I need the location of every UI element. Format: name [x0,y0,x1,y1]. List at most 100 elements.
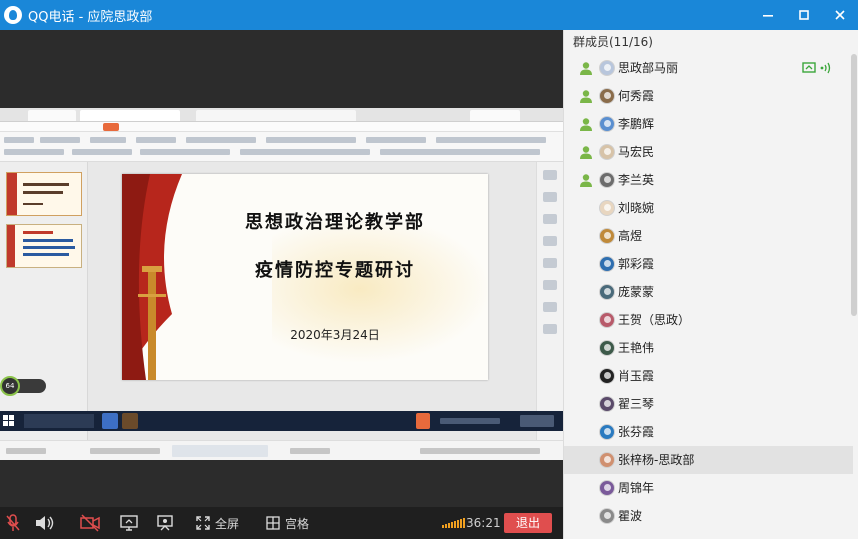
member-avatar [599,312,615,328]
member-row[interactable]: 周锦年 [564,474,853,502]
slide-thumbnail [6,172,82,216]
member-name: 何秀霞 [618,89,655,103]
member-avatar [599,60,615,76]
member-avatar [599,200,615,216]
member-row[interactable]: 王贺（思政） [564,306,853,334]
share-screen-button[interactable] [120,507,138,539]
member-row[interactable]: 李鹏辉 [564,110,853,138]
screen-share-icon [120,515,138,531]
speaker-button[interactable] [34,507,54,539]
grid-view-button[interactable]: 宫格 [266,507,309,539]
member-avatar [599,424,615,440]
grid-view-label: 宫格 [285,516,310,531]
member-avatar [599,340,615,356]
member-avatar [599,480,615,496]
speaking-wave-icon [820,62,831,74]
member-row[interactable]: 李兰英 [564,166,853,194]
shared-screen-status-bar [0,440,563,460]
member-row[interactable]: 庞蒙蒙 [564,278,853,306]
member-list-scrollbar[interactable] [851,54,857,316]
mic-muted-icon [6,514,20,531]
windows-start-icon [3,415,14,426]
member-row[interactable]: 刘晓婉 [564,194,853,222]
close-button[interactable] [822,0,858,30]
online-person-icon [580,90,592,103]
video-area[interactable]: 思想政治理论教学部 疫情防控专题研讨 2020年3月24日 64 [0,30,563,507]
slide-canvas: 思想政治理论教学部 疫情防控专题研讨 2020年3月24日 [88,162,536,440]
call-control-bar: 全屏 宫格 36:21 退出 [0,507,563,539]
shared-screen-ribbon [0,122,563,132]
member-avatar [599,88,615,104]
title-bar[interactable]: QQ电话 - 应院思政部 [0,0,858,30]
fullscreen-icon [196,516,210,530]
exit-call-button[interactable]: 退出 [504,513,552,533]
member-name: 张梓杨-思政部 [618,453,695,467]
presentation-button[interactable] [156,507,174,539]
slide-title-line2: 疫情防控专题研讨 [255,260,415,281]
grid-icon [266,516,280,530]
member-row[interactable]: 张梓杨-思政部 [564,446,853,474]
minimize-icon [763,15,773,17]
member-name: 肖玉霞 [618,369,655,383]
shared-screen-tab [28,110,76,121]
member-row[interactable]: 郭彩霞 [564,250,853,278]
member-row[interactable]: 翟三琴 [564,390,853,418]
maximize-button[interactable] [786,0,822,30]
shared-screen-tab [470,110,520,121]
member-row[interactable]: 张芬霞 [564,418,853,446]
taskbar-app-icon [102,413,118,429]
presentation-icon [157,515,173,531]
shared-screen-tab [196,110,356,121]
member-name: 王艳伟 [618,341,655,355]
member-avatar [599,284,615,300]
member-avatar [599,144,615,160]
online-person-icon [580,62,592,75]
member-name: 思政部马丽 [618,61,679,75]
member-name: 马宏民 [618,145,655,159]
slide-date: 2020年3月24日 [290,328,380,342]
camera-off-button[interactable] [80,507,100,539]
member-avatar [599,116,615,132]
member-name: 庞蒙蒙 [618,285,655,299]
shared-screen-tab-bar [0,108,563,122]
member-row[interactable]: 思政部马丽 [564,54,853,82]
fullscreen-button[interactable]: 全屏 [196,507,239,539]
signal-strength-icon [442,518,465,528]
camera-off-icon [80,514,100,532]
member-avatar [599,368,615,384]
member-avatar [599,228,615,244]
slide-thumbnail-pane [0,162,88,440]
member-name: 郭彩霞 [618,257,655,271]
slide: 思想政治理论教学部 疫情防控专题研讨 2020年3月24日 [122,174,488,380]
member-name: 瞿波 [618,509,643,523]
member-row[interactable]: 高煜 [564,222,853,250]
minimize-button[interactable] [750,0,786,30]
online-person-icon [580,146,592,159]
member-avatar [599,172,615,188]
member-row[interactable]: 瞿波 [564,502,853,530]
network-speed-badge[interactable]: 64 [0,376,48,396]
slide-title-line1: 思想政治理论教学部 [245,212,425,233]
member-list-panel[interactable]: 群成员(11/16) 思政部马丽 何秀霞 李鹏辉 马宏民 李兰英 刘晓婉 高煜 郭彩霞 庞蒙蒙王… [563,30,858,539]
screen-sharing-icon [802,62,816,73]
slide-thumbnail [6,224,82,268]
member-row[interactable]: 马宏民 [564,138,853,166]
member-avatar [599,508,615,524]
member-row[interactable]: 肖玉霞 [564,362,853,390]
taskbar-search [24,414,94,428]
task-pane-strip [536,162,563,440]
member-name: 周锦年 [618,481,655,495]
member-name: 刘晓婉 [618,201,655,215]
call-timer: 36:21 [466,516,501,530]
network-speed-value: 64 [0,376,20,396]
close-icon [835,10,845,20]
mute-mic-button[interactable] [5,507,21,539]
fullscreen-label: 全屏 [215,516,240,531]
qq-logo-icon [4,6,22,24]
shared-screen[interactable]: 思想政治理论教学部 疫情防控专题研讨 2020年3月24日 [0,108,563,460]
member-name: 高煜 [618,229,643,243]
online-person-icon [580,174,592,187]
member-row[interactable]: 何秀霞 [564,82,853,110]
member-row[interactable]: 王艳伟 [564,334,853,362]
ribbon-active-tab [103,123,119,131]
